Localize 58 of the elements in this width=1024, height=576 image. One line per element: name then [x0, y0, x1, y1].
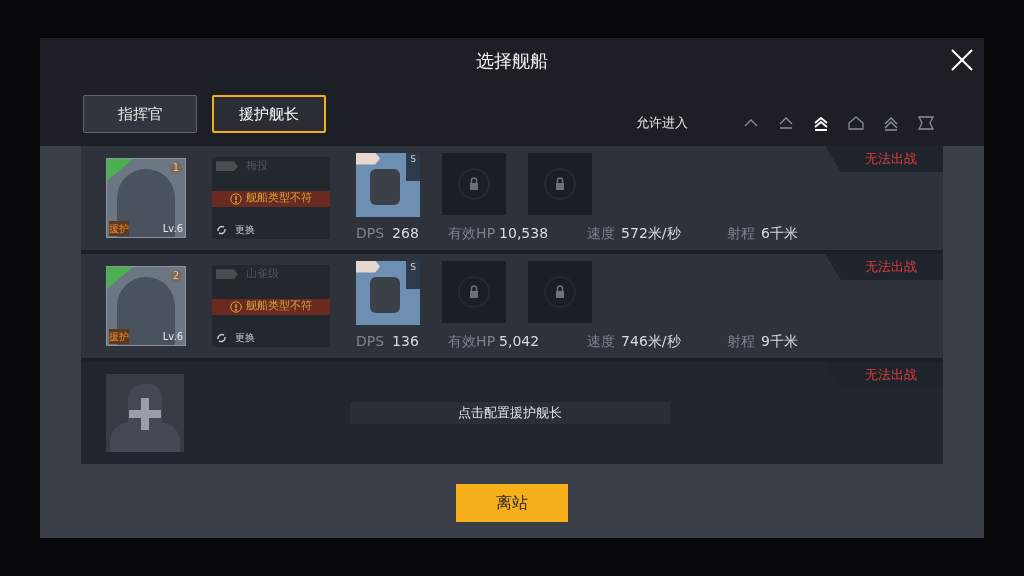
lock-icon [543, 166, 577, 201]
status-tag: 无法出战 [825, 254, 943, 280]
warning-icon [230, 192, 242, 205]
speed-label: 速度 [587, 331, 616, 351]
lock-icon [543, 274, 577, 309]
dps-label: DPS [356, 331, 385, 351]
portrait-card[interactable]: 2 援护 Lv.6 [106, 266, 186, 346]
swap-button[interactable]: 更换 [216, 222, 330, 237]
level-label: Lv.6 [162, 222, 183, 236]
weapon-tag-icon [356, 260, 380, 273]
weapon-card[interactable]: S [356, 152, 420, 217]
hp-label: 有效HP [448, 223, 496, 243]
speed-value: 572米/秒 [621, 223, 682, 243]
dps-value: 268 [392, 223, 420, 243]
hp-value: 5,042 [499, 331, 541, 351]
close-button[interactable] [950, 48, 974, 72]
depart-button[interactable]: 离站 [456, 484, 568, 522]
weapon-card[interactable]: S [356, 260, 420, 325]
warning-text: 舰船类型不符 [246, 190, 312, 207]
portrait-card[interactable]: 1 援护 Lv.6 [106, 158, 186, 238]
lock-icon [457, 166, 491, 201]
range-value: 9千米 [761, 331, 798, 351]
hp-value: 10,538 [499, 223, 550, 243]
swap-button[interactable]: 更换 [216, 330, 330, 345]
range-label: 射程 [727, 223, 756, 243]
empty-slot-row[interactable]: 无法出战 点击配置援护舰长 [81, 362, 943, 464]
role-label: 援护 [109, 329, 129, 344]
speed-value: 746米/秒 [621, 331, 682, 351]
ship-tag-icon [216, 269, 238, 280]
close-icon [950, 48, 974, 72]
range-value: 6千米 [761, 223, 798, 243]
weapon-grade: S [406, 152, 420, 181]
filter-label: 允许进入 [636, 114, 688, 133]
dps-label: DPS [356, 223, 385, 243]
configure-crew-button[interactable]: 点击配置援护舰长 [350, 402, 670, 424]
swap-icon [216, 224, 227, 235]
role-label: 援护 [109, 221, 129, 236]
rank-badge: 2 [170, 270, 182, 282]
window-title: 选择舰船 [476, 48, 548, 73]
range-label: 射程 [727, 331, 756, 351]
weapon-placeholder [370, 276, 400, 313]
warning-icon [230, 300, 242, 313]
dps-value: 136 [392, 331, 420, 351]
weapon-grade: S [406, 260, 420, 289]
lock-icon [457, 274, 491, 309]
tab[interactable]: 指挥官 [83, 95, 197, 133]
ship-tag-icon [216, 161, 238, 172]
hp-label: 有效HP [448, 331, 496, 351]
weapon-placeholder [370, 168, 400, 205]
add-crew-icon[interactable] [106, 374, 184, 452]
tab[interactable]: 援护舰长 [212, 95, 326, 133]
swap-icon [216, 332, 227, 343]
speed-label: 速度 [587, 223, 616, 243]
weapon-tag-icon [356, 152, 380, 165]
level-label: Lv.6 [162, 330, 183, 344]
rank-badge: 1 [170, 162, 182, 174]
status-tag: 无法出战 [825, 146, 943, 172]
warning-text: 舰船类型不符 [246, 298, 312, 315]
